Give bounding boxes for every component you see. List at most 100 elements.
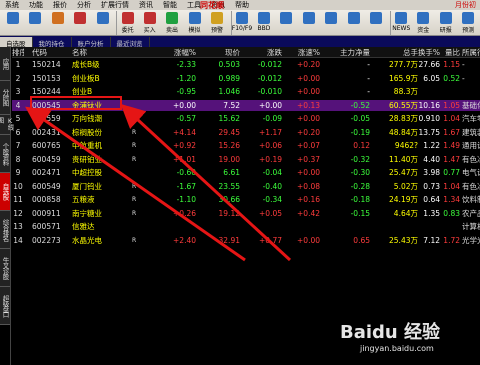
sidebar-item[interactable]: 牛叉诊股 xyxy=(0,249,10,287)
column-header-diff[interactable]: 涨跌 xyxy=(242,47,282,58)
sidebar-item[interactable]: 分时图 xyxy=(0,81,10,115)
right-logo: 月份初 xyxy=(455,1,476,9)
toolbar-button-label: 卖出 xyxy=(166,27,179,34)
column-header-turn[interactable]: 换手% xyxy=(416,47,440,58)
menu-item[interactable]: 帮助 xyxy=(230,0,254,10)
cell-net: -0.15 xyxy=(350,208,370,218)
cell-vol: 24.19万 xyxy=(389,195,418,204)
column-header-price[interactable]: 现价 xyxy=(200,47,240,58)
cell-qr: 1.47 xyxy=(443,154,460,164)
toolbar-button[interactable] xyxy=(24,11,45,35)
sidebar-item[interactable]: K线图 xyxy=(0,115,14,135)
cell-chg: -0.60 xyxy=(176,168,196,177)
cell-chg: -1.67 xyxy=(176,181,196,191)
toolbar-button[interactable]: 委托 xyxy=(116,11,138,35)
toolbar-button[interactable]: 卖出 xyxy=(161,11,182,35)
tab[interactable]: 账户分析 xyxy=(72,37,111,48)
toolbar-button[interactable]: 资金 xyxy=(413,11,434,35)
toolbar-button[interactable]: 预测 xyxy=(457,11,478,35)
toolbar-button[interactable] xyxy=(343,11,364,35)
toolbar-button[interactable] xyxy=(69,11,90,35)
cell-chg: +4.14 xyxy=(173,127,196,137)
toolbar-button[interactable]: BBD xyxy=(253,11,274,35)
table-row[interactable]: 1 150214 成长B级 -2.33 0.503 -0.012 +0.20 - 277.7万 2… xyxy=(12,59,480,70)
cell-name: 万向钱潮 xyxy=(72,114,102,123)
column-header-vol[interactable]: 总手 xyxy=(372,47,418,58)
menu-item[interactable]: 智能 xyxy=(158,0,182,10)
toolbar-button[interactable]: F10/F9 xyxy=(230,11,253,35)
toolbar-button[interactable]: NEWS xyxy=(390,11,412,35)
column-header-qr[interactable]: 量比 xyxy=(440,47,460,58)
toolbar-button[interactable] xyxy=(47,11,68,35)
column-header-ind[interactable]: 所属行业 xyxy=(462,47,480,58)
tab[interactable]: 我的持仓 xyxy=(33,37,72,48)
column-header-chg[interactable]: 涨幅% xyxy=(146,47,196,58)
toolbar-button[interactable] xyxy=(2,11,23,35)
table-row[interactable]: 14 002273 水晶光电 R +2.40 32.91 +0.77 +0.00 0.65 25.… xyxy=(12,235,480,246)
cell-n: 9 xyxy=(15,168,21,177)
cell-code: 600549 xyxy=(32,181,61,191)
table-row[interactable]: 12 000911 南宁糖业 R +0.26 19.12 +0.05 +0.42 -0.15 4.… xyxy=(12,208,480,219)
table-row[interactable]: 2 150153 创业板B -1.20 0.989 -0.012 +0.00 - 165.9万 6… xyxy=(12,73,480,84)
toolbar-button[interactable]: 模拟 xyxy=(184,11,205,35)
cell-code: 150214 xyxy=(32,60,61,69)
column-header-net[interactable]: 主力净量 xyxy=(322,47,370,58)
cell-spd: +0.07 xyxy=(297,141,320,150)
cell-spd: +0.00 xyxy=(297,235,320,245)
sidebar-item[interactable]: 个股资料 xyxy=(0,135,10,173)
column-header-spd[interactable]: 涨速% xyxy=(284,47,320,58)
column-header-code[interactable]: 代码 xyxy=(32,47,70,58)
cell-net: - xyxy=(367,87,370,96)
cell-ind: 计算机应 xyxy=(462,222,480,231)
cell-spd: +0.00 xyxy=(297,114,320,123)
table-row[interactable]: 6 002431 棕榈股份 R +4.14 29.45 +1.17 +0.20 -0.19 48.… xyxy=(12,127,480,138)
table-row[interactable]: 13 600571 信雅达 计算机应 xyxy=(12,221,480,232)
table-row[interactable]: 10 600549 厦门钨业 R -1.67 23.55 -0.40 +0.08 -0.28 5.… xyxy=(12,181,480,192)
cell-code: 000911 xyxy=(32,208,61,218)
sidebar-item[interactable]: 综合排名 xyxy=(0,211,10,249)
cell-name: 南宁糖业 xyxy=(72,208,102,218)
toolbar-button[interactable] xyxy=(298,11,319,35)
menu-item[interactable]: 系统 xyxy=(0,0,24,10)
toolbar-button[interactable] xyxy=(276,11,297,35)
tab[interactable]: 自选股 xyxy=(0,37,33,48)
toolbar-button[interactable]: 预警 xyxy=(206,11,227,35)
cell-code: 600571 xyxy=(32,222,61,231)
table-row[interactable]: 7 600765 中航重机 R +0.92 15.26 +0.06 +0.07 0.12 9462… xyxy=(12,140,480,151)
table-row[interactable]: 9 002471 中超控股 -0.60 6.61 -0.04 +0.00 -0.30 25.47… xyxy=(12,167,480,178)
toolbar-button[interactable]: 买入 xyxy=(139,11,160,35)
cell-flag: R xyxy=(132,182,137,190)
toolbar-button[interactable] xyxy=(366,11,387,35)
cell-chg: +0.00 xyxy=(173,100,196,110)
cell-n: 4 xyxy=(15,100,21,110)
cell-diff: +0.19 xyxy=(259,154,282,164)
cell-net: -0.52 xyxy=(350,100,370,110)
table-row[interactable]: 5 000559 万向钱潮 R -0.57 15.62 -0.09 +0.00 -0.05 28.… xyxy=(12,113,480,124)
cell-flag: R xyxy=(132,115,137,122)
tab[interactable]: 最近浏览 xyxy=(111,37,150,48)
cell-spd: +0.08 xyxy=(297,181,320,191)
cell-code: 600459 xyxy=(32,154,61,164)
menu-item[interactable]: 资讯 xyxy=(134,0,158,10)
toolbar-button[interactable] xyxy=(92,11,113,35)
cell-net: - xyxy=(367,60,370,69)
cell-code: 000858 xyxy=(32,195,61,204)
toolbar-button[interactable]: 研报 xyxy=(435,11,456,35)
menu-item[interactable]: 报价 xyxy=(48,0,72,10)
menu-item[interactable]: 功能 xyxy=(24,0,48,10)
cell-chg: +0.26 xyxy=(173,208,196,218)
sidebar-item[interactable]: 应用 xyxy=(0,47,10,81)
sidebar-item[interactable]: 自选股 xyxy=(0,173,10,211)
menu-item[interactable]: 扩展行情 xyxy=(96,0,134,10)
cell-price: 29.45 xyxy=(218,127,240,137)
toolbar-button-label: 预测 xyxy=(462,27,475,34)
table-row[interactable]: 8 600459 贵研铂业 R +1.01 19.00 +0.19 +0.37 -0.32 11.… xyxy=(12,154,480,165)
menu-item[interactable]: 分析 xyxy=(72,0,96,10)
cell-qr: 1.04 xyxy=(443,114,460,123)
column-header-n[interactable]: 排序 xyxy=(12,47,24,58)
sidebar-item[interactable]: 超级盘口 xyxy=(0,287,10,325)
table-row[interactable]: 11 000858 五粮液 R -1.10 30.66 -0.34 +0.16 -0.18 24.… xyxy=(12,194,480,205)
toolbar-button[interactable] xyxy=(321,11,342,35)
zoom-icon xyxy=(302,12,315,24)
column-header-name[interactable]: 名称 xyxy=(72,47,128,58)
